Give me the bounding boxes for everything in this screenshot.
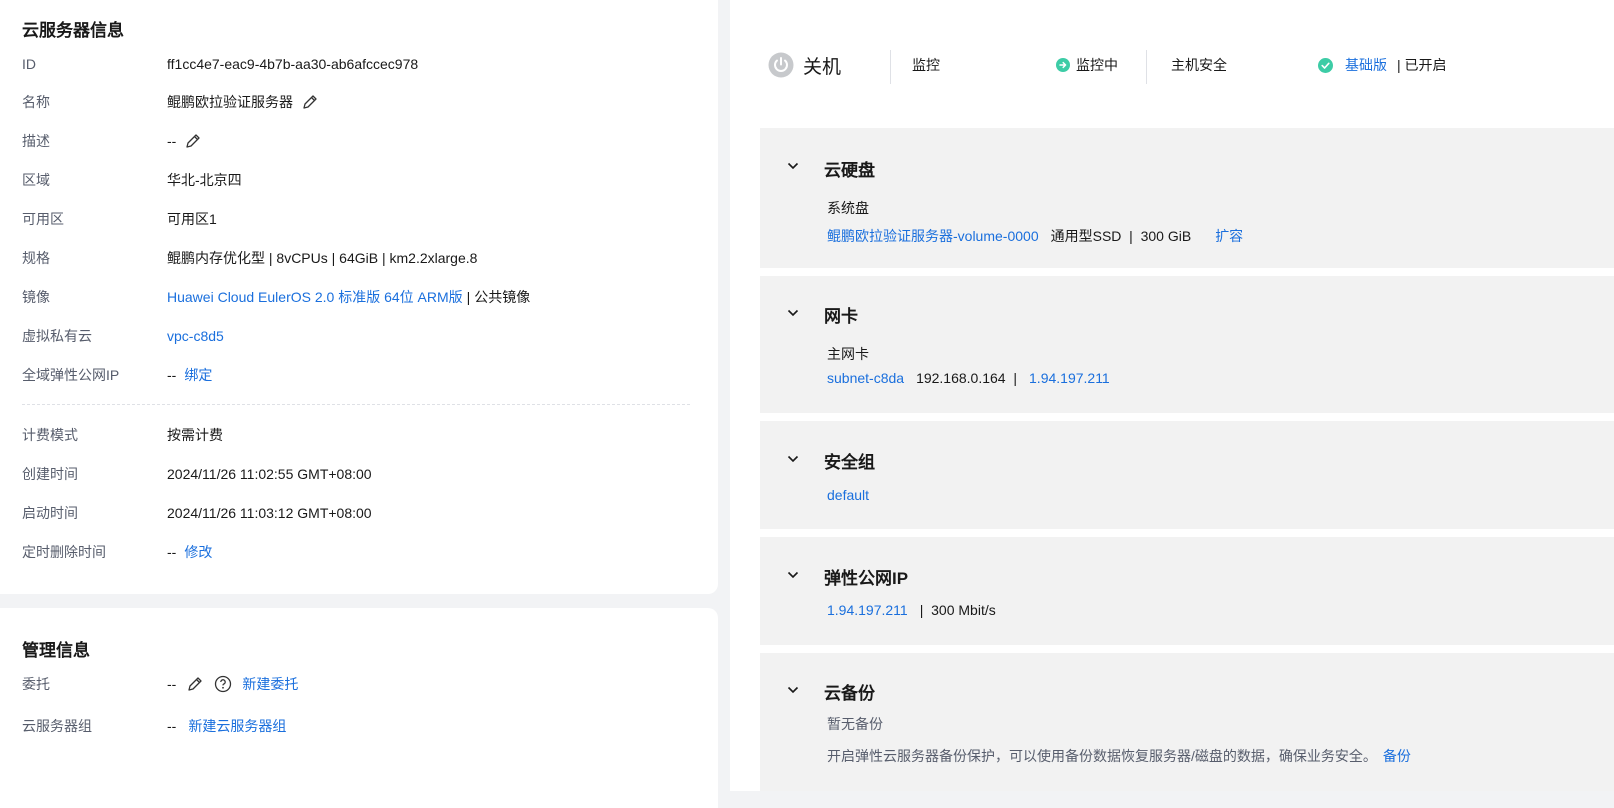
power-icon — [768, 52, 794, 78]
chevron-down-icon[interactable] — [786, 452, 800, 466]
power-state: 关机 — [768, 40, 841, 90]
bind-eip-link[interactable]: 绑定 — [184, 365, 212, 385]
eip-value: -- — [167, 367, 177, 383]
eip-detail: 1.94.197.211 | 300 Mbit/s — [827, 602, 996, 618]
help-question-icon[interactable] — [214, 675, 232, 693]
arrow-right-circle-icon — [1056, 58, 1070, 72]
image-link[interactable]: Huawei Cloud EulerOS 2.0 标准版 64位 ARM版 — [167, 287, 463, 307]
eip-label: 全域弹性公网IP — [22, 367, 120, 383]
security-group-panel: 安全组 default — [760, 421, 1614, 529]
edit-desc-pencil-icon[interactable] — [184, 132, 202, 150]
power-state-label: 关机 — [803, 56, 842, 78]
desc-label: 描述 — [22, 133, 50, 149]
agency-label: 委托 — [22, 676, 50, 692]
host-security-label: 主机安全 — [1171, 57, 1227, 73]
name-label: 名称 — [22, 94, 50, 110]
started-label: 启动时间 — [22, 505, 78, 521]
mgmt-info-title: 管理信息 — [22, 641, 90, 660]
status-separator — [1146, 50, 1147, 84]
billing-label: 计费模式 — [22, 427, 78, 443]
edit-name-pencil-icon[interactable] — [301, 93, 319, 111]
id-value: ff1cc4e7-eac9-4b7b-aa30-ab6afccec978 — [167, 56, 419, 72]
status-separator — [890, 50, 891, 84]
nic-eip-link[interactable]: 1.94.197.211 — [1029, 370, 1110, 386]
backup-panel-title: 云备份 — [824, 684, 875, 703]
security-group-detail: default — [827, 487, 869, 503]
mgmt-info-card: 管理信息 委托 -- 新建委托 云服务器组 -- 新建云服务器组 — [0, 608, 718, 808]
flavor-label: 规格 — [22, 250, 50, 266]
name-value: 鲲鹏欧拉验证服务器 — [167, 94, 293, 110]
region-label: 区域 — [22, 172, 50, 188]
subnet-link[interactable]: subnet-c8da — [827, 370, 904, 386]
chevron-down-icon[interactable] — [786, 683, 800, 697]
server-info-title: 云服务器信息 — [22, 21, 124, 40]
no-backup-text: 暂无备份 — [827, 716, 883, 732]
backup-description: 开启弹性云服务器备份保护，可以使用备份数据恢复服务器/磁盘的数据，确保业务安全。 — [827, 748, 1377, 764]
region-value: 华北-北京四 — [167, 172, 242, 188]
security-status-text: | 已开启 — [1397, 57, 1447, 73]
image-label: 镜像 — [22, 289, 50, 305]
create-server-group-link[interactable]: 新建云服务器组 — [188, 716, 286, 736]
flavor-value: 鲲鹏内存优化型 | 8vCPUs | 64GiB | km2.2xlarge.8 — [167, 250, 478, 266]
backup-panel: 云备份 暂无备份 开启弹性云服务器备份保护，可以使用备份数据恢复服务器/磁盘的数… — [760, 653, 1614, 791]
status-bar: 关机 监控 监控中 主机安全 基础版 | 已开启 — [768, 40, 1614, 90]
host-security-status: 基础版 | 已开启 — [1318, 40, 1447, 90]
monitor-status-text: 监控中 — [1076, 57, 1118, 73]
desc-value: -- — [167, 133, 177, 149]
disk-panel-title: 云硬盘 — [824, 161, 875, 180]
monitor-label: 监控 — [912, 57, 940, 73]
server-group-value: -- — [167, 718, 177, 734]
eip-panel-title: 弹性公网IP — [824, 569, 909, 588]
disk-spec: 通用型SSD | 300 GiB — [1050, 228, 1192, 244]
created-label: 创建时间 — [22, 466, 78, 482]
volume-link[interactable]: 鲲鹏欧拉验证服务器-volume-0000 — [827, 226, 1039, 246]
started-value: 2024/11/26 11:03:12 GMT+08:00 — [167, 505, 372, 521]
right-panel: 关机 监控 监控中 主机安全 基础版 | 已开启 云硬盘 系统盘 鲲鹏欧拉验证服… — [730, 0, 1614, 791]
section-divider — [22, 404, 690, 405]
disk-detail: 鲲鹏欧拉验证服务器-volume-0000 通用型SSD | 300 GiB 扩… — [827, 226, 1243, 246]
delete-time-value: -- — [167, 544, 177, 560]
backup-detail: 开启弹性云服务器备份保护，可以使用备份数据恢复服务器/磁盘的数据，确保业务安全。… — [827, 746, 1411, 766]
server-info-card: 云服务器信息 ID ff1cc4e7-eac9-4b7b-aa30-ab6afc… — [0, 0, 718, 594]
nic-panel-title: 网卡 — [824, 307, 858, 326]
check-circle-icon — [1318, 57, 1333, 73]
billing-value: 按需计费 — [167, 427, 223, 443]
create-agency-link[interactable]: 新建委托 — [242, 674, 298, 694]
eip-panel: 弹性公网IP 1.94.197.211 | 300 Mbit/s — [760, 537, 1614, 645]
security-group-link[interactable]: default — [827, 487, 869, 503]
id-label: ID — [22, 56, 36, 72]
primary-nic-label: 主网卡 — [827, 346, 869, 362]
nic-detail: subnet-c8da 192.168.0.164 | 1.94.197.211 — [827, 370, 1110, 386]
az-label: 可用区 — [22, 211, 64, 227]
monitor-status[interactable]: 监控中 — [1056, 40, 1118, 90]
modify-delete-time-link[interactable]: 修改 — [184, 542, 212, 562]
backup-link[interactable]: 备份 — [1383, 746, 1411, 766]
created-value: 2024/11/26 11:02:55 GMT+08:00 — [167, 466, 372, 482]
delete-time-label: 定时删除时间 — [22, 544, 106, 560]
expand-disk-link[interactable]: 扩容 — [1215, 226, 1243, 246]
chevron-down-icon[interactable] — [786, 159, 800, 173]
vpc-label: 虚拟私有云 — [22, 328, 92, 344]
server-group-label: 云服务器组 — [22, 718, 92, 734]
chevron-down-icon[interactable] — [786, 568, 800, 582]
system-disk-label: 系统盘 — [827, 200, 869, 216]
vpc-link[interactable]: vpc-c8d5 — [167, 326, 224, 346]
chevron-down-icon[interactable] — [786, 306, 800, 320]
eip-bandwidth: | 300 Mbit/s — [919, 602, 996, 618]
agency-value: -- — [167, 676, 177, 692]
nic-panel: 网卡 主网卡 subnet-c8da 192.168.0.164 | 1.94.… — [760, 276, 1614, 413]
disk-panel: 云硬盘 系统盘 鲲鹏欧拉验证服务器-volume-0000 通用型SSD | 3… — [760, 128, 1614, 268]
az-value: 可用区1 — [167, 211, 217, 227]
edit-agency-pencil-icon[interactable] — [186, 675, 204, 693]
security-group-title: 安全组 — [824, 453, 875, 472]
private-ip: 192.168.0.164 | — [916, 370, 1018, 386]
image-suffix: | 公共镜像 — [466, 289, 531, 305]
eip-address-link[interactable]: 1.94.197.211 — [827, 602, 908, 618]
security-edition-link[interactable]: 基础版 — [1345, 55, 1387, 75]
